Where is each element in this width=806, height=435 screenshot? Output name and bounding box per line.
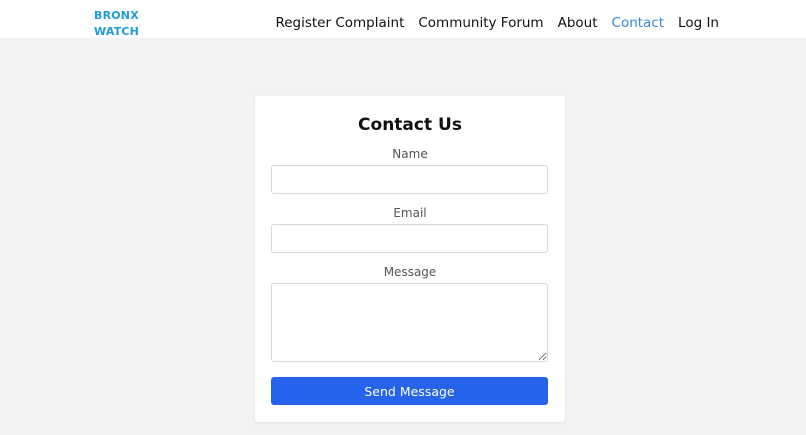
contact-form: Contact Us Name Email Message Send Messa… xyxy=(255,96,565,422)
nav-link-register-complaint[interactable]: Register Complaint xyxy=(275,14,404,32)
email-input[interactable] xyxy=(271,224,548,253)
nav-link-log-in[interactable]: Log In xyxy=(678,14,719,32)
brand-logo-line-2: WATCH xyxy=(94,25,140,38)
main-nav: Register Complaint Community Forum About… xyxy=(275,14,719,32)
email-label: Email xyxy=(393,206,427,220)
nav-link-about[interactable]: About xyxy=(558,14,598,32)
contact-form-title: Contact Us xyxy=(358,115,462,135)
brand-logo[interactable]: BRONX WATCH xyxy=(94,8,139,40)
name-input[interactable] xyxy=(271,165,548,194)
brand-logo-line-1: BRONX xyxy=(94,9,139,22)
message-label: Message xyxy=(383,265,437,279)
navbar: BRONX WATCH Register Complaint Community… xyxy=(0,0,806,38)
message-textarea[interactable] xyxy=(271,283,548,362)
name-label: Name xyxy=(392,147,428,161)
nav-link-community-forum[interactable]: Community Forum xyxy=(418,14,543,32)
send-message-button[interactable]: Send Message xyxy=(271,377,548,405)
nav-link-contact[interactable]: Contact xyxy=(612,14,665,32)
